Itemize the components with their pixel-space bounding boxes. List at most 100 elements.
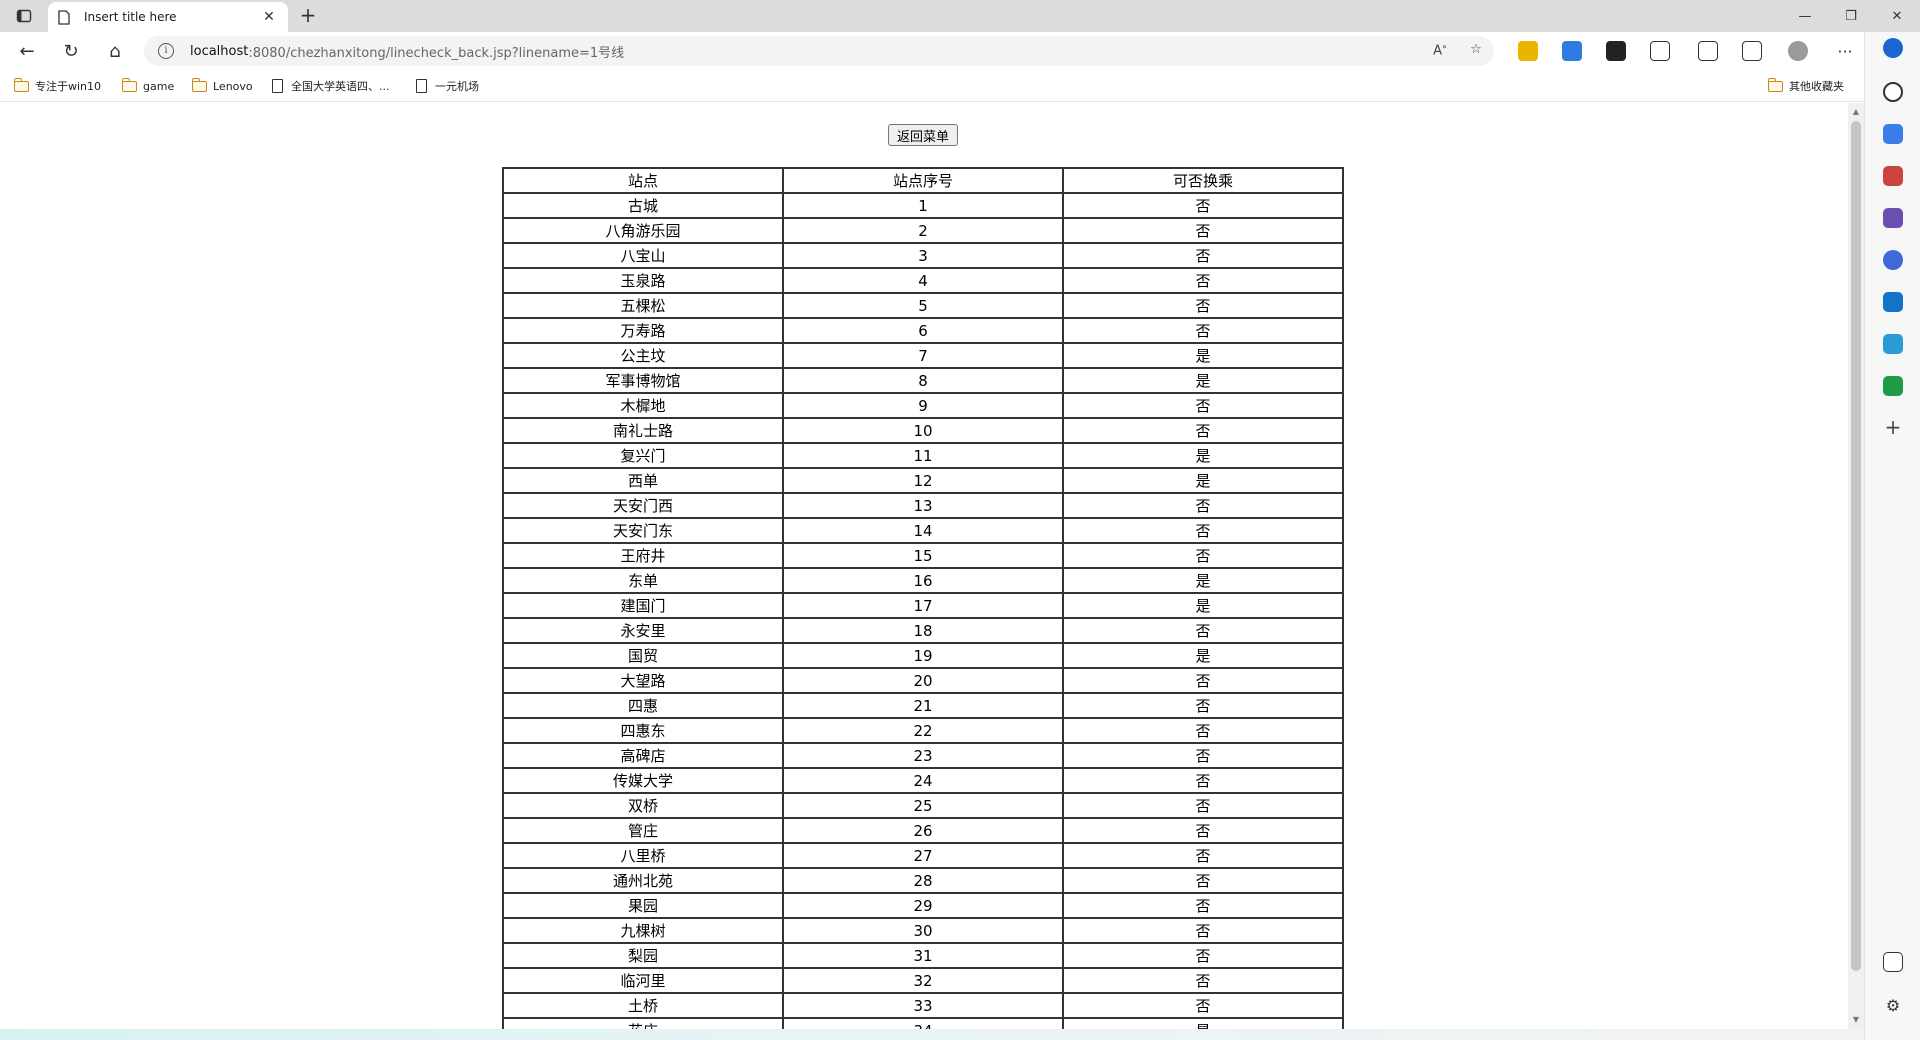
window-close-icon[interactable]: ✕ — [1874, 0, 1920, 32]
table-row: 土桥 33 否 — [502, 992, 1344, 1019]
back-icon[interactable]: ← — [12, 37, 42, 65]
station-name-cell: 建国门 — [502, 592, 784, 619]
tab-actions-button[interactable] — [8, 4, 40, 28]
station-name-cell: 复兴门 — [502, 442, 784, 469]
transfer-cell: 否 — [1062, 692, 1344, 719]
bookmark-folder[interactable]: Lenovo — [191, 76, 253, 96]
station-name-cell: 大望路 — [502, 667, 784, 694]
station-number-cell: 29 — [782, 892, 1064, 919]
settings-gear-icon[interactable]: ⚙ — [1883, 996, 1903, 1016]
scrollbar-thumb[interactable] — [1851, 121, 1861, 971]
more-menu-icon[interactable]: ··· — [1830, 37, 1860, 65]
transfer-cell: 否 — [1062, 517, 1344, 544]
transfer-cell: 否 — [1062, 717, 1344, 744]
bookmark-label: 全国大学英语四、... — [291, 80, 390, 93]
add-icon[interactable]: + — [1883, 417, 1903, 438]
station-table: 站点 站点序号 可否换乘 古城 1 否八角游乐园 2 否八宝山 3 否玉泉路 4 否五棵松 5 否万… — [502, 167, 1344, 1029]
split-screen-icon[interactable] — [1698, 41, 1718, 61]
tree-icon[interactable] — [1883, 376, 1903, 396]
shopping-tag-icon[interactable] — [1883, 124, 1903, 144]
station-number-cell: 5 — [782, 292, 1064, 319]
sync-extension-icon[interactable] — [1562, 41, 1582, 61]
table-row: 西单 12 是 — [502, 467, 1344, 494]
scroll-down-icon[interactable]: ▼ — [1851, 1015, 1861, 1025]
restore-icon[interactable]: ❐ — [1828, 0, 1874, 32]
transfer-cell: 否 — [1062, 192, 1344, 219]
site-info-icon[interactable]: i — [158, 43, 174, 59]
bookmarks-bar: 专注于win10 game Lenovo 全国大学英语四、... 一元机场 其他… — [0, 70, 1920, 102]
transfer-cell: 否 — [1062, 792, 1344, 819]
station-name-cell: 九棵树 — [502, 917, 784, 944]
station-name-cell: 玉泉路 — [502, 267, 784, 294]
bookmark-label: 其他收藏夹 — [1789, 80, 1844, 93]
table-row: 八里桥 27 否 — [502, 842, 1344, 869]
back-to-menu-button[interactable]: 返回菜单 — [888, 124, 958, 146]
table-row: 古城 1 否 — [502, 192, 1344, 219]
table-row: 管庄 26 否 — [502, 817, 1344, 844]
vertical-scrollbar[interactable]: ▲ ▼ — [1848, 103, 1864, 1029]
transfer-cell: 是 — [1062, 442, 1344, 469]
station-name-cell: 永安里 — [502, 617, 784, 644]
station-name-cell: 花庄 — [502, 1017, 784, 1029]
station-number-cell: 20 — [782, 667, 1064, 694]
send-icon[interactable] — [1883, 334, 1903, 354]
bookmark-label: Lenovo — [213, 79, 253, 93]
copilot-icon[interactable] — [1883, 38, 1903, 58]
table-header-row: 站点 站点序号 可否换乘 — [502, 167, 1344, 194]
translate-extension-icon[interactable] — [1518, 41, 1538, 61]
minimize-icon[interactable]: — — [1782, 0, 1828, 32]
station-name-cell: 天安门东 — [502, 517, 784, 544]
sidebar-toggle-icon[interactable] — [1883, 952, 1903, 972]
bookmark-page[interactable]: 一元机场 — [416, 76, 479, 96]
column-header: 站点序号 — [782, 167, 1064, 194]
tab-close-icon[interactable]: ✕ — [260, 9, 278, 25]
new-tab-icon[interactable]: + — [296, 4, 320, 28]
station-name-cell: 传媒大学 — [502, 767, 784, 794]
table-row: 八宝山 3 否 — [502, 242, 1344, 269]
bookmark-label: game — [143, 79, 175, 93]
games-icon[interactable] — [1883, 208, 1903, 228]
url-path: :8080/chezhanxitong/linecheck_back.jsp?l… — [248, 45, 625, 61]
browser-tab[interactable]: Insert title here ✕ — [48, 2, 288, 32]
table-row: 天安门东 14 否 — [502, 517, 1344, 544]
station-name-cell: 东单 — [502, 567, 784, 594]
home-icon[interactable]: ⌂ — [100, 37, 130, 65]
table-row: 公主坟 7 是 — [502, 342, 1344, 369]
profile-avatar[interactable] — [1788, 41, 1808, 61]
tools-icon[interactable] — [1883, 166, 1903, 186]
station-name-cell: 古城 — [502, 192, 784, 219]
refresh-icon[interactable]: ↻ — [56, 37, 86, 65]
station-number-cell: 16 — [782, 567, 1064, 594]
station-name-cell: 王府井 — [502, 542, 784, 569]
bookmark-folder[interactable]: 专注于win10 — [13, 76, 101, 96]
station-number-cell: 34 — [782, 1017, 1064, 1029]
extensions-puzzle-icon[interactable] — [1650, 41, 1670, 61]
transfer-cell: 是 — [1062, 342, 1344, 369]
read-aloud-icon[interactable]: A» — [1430, 42, 1450, 60]
favorite-star-icon[interactable]: ☆ — [1466, 42, 1486, 60]
station-name-cell: 高碑店 — [502, 742, 784, 769]
tab-title: Insert title here — [84, 10, 177, 24]
bookmark-page[interactable]: 全国大学英语四、... — [272, 76, 390, 96]
edge-sidebar: + ⚙ — [1864, 32, 1920, 1040]
other-bookmarks-folder[interactable]: 其他收藏夹 — [1767, 76, 1844, 96]
station-name-cell: 八角游乐园 — [502, 217, 784, 244]
office-icon[interactable] — [1883, 250, 1903, 270]
table-row: 果园 29 否 — [502, 892, 1344, 919]
bookmark-folder[interactable]: game — [121, 76, 175, 96]
collections-icon[interactable] — [1742, 41, 1762, 61]
transfer-cell: 否 — [1062, 817, 1344, 844]
station-number-cell: 33 — [782, 992, 1064, 1019]
transfer-cell: 是 — [1062, 367, 1344, 394]
station-name-cell: 土桥 — [502, 992, 784, 1019]
station-number-cell: 19 — [782, 642, 1064, 669]
extension-icon[interactable] — [1606, 41, 1626, 61]
transfer-cell: 是 — [1062, 642, 1344, 669]
station-number-cell: 2 — [782, 217, 1064, 244]
table-row: 大望路 20 否 — [502, 667, 1344, 694]
station-name-cell: 万寿路 — [502, 317, 784, 344]
address-bar[interactable]: i localhost:8080/chezhanxitong/linecheck… — [144, 36, 1494, 66]
scroll-up-icon[interactable]: ▲ — [1851, 107, 1861, 117]
outlook-icon[interactable] — [1883, 292, 1903, 312]
search-icon[interactable] — [1883, 82, 1903, 102]
